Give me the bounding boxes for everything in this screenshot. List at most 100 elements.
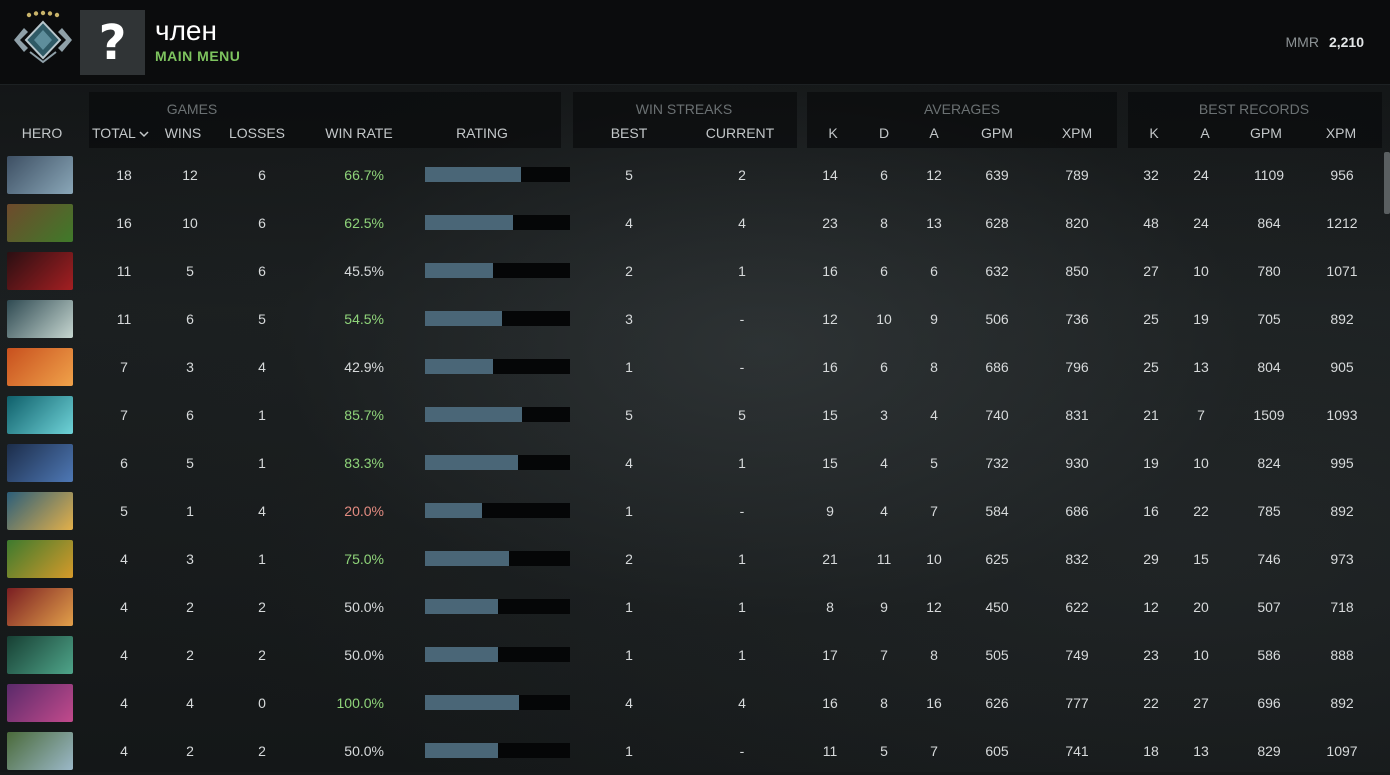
total-cell: 4 [120,647,128,663]
best-assists-cell: 24 [1193,215,1209,231]
best-xpm-cell: 1097 [1326,743,1358,759]
best-kills-cell: 29 [1143,551,1159,567]
col-avg-deaths[interactable]: D [866,125,902,141]
rating-bar [425,215,570,230]
table-row[interactable]: 6 5 1 4 1 15 4 5 732 930 19 10 824 995 83.3% [0,439,1390,487]
best-xpm-cell: 995 [1330,455,1354,471]
avg-kills-cell: 12 [822,311,838,327]
hero-portrait-icon[interactable] [7,732,73,770]
losses-cell: 1 [258,551,266,567]
col-win-rate[interactable]: WIN RATE [314,125,404,141]
col-best-assists[interactable]: A [1187,125,1223,141]
losses-cell: 6 [258,263,266,279]
table-row[interactable]: 4 4 0 4 4 16 8 16 626 777 22 27 696 892 100.0% [0,679,1390,727]
current-streak-cell: 1 [738,551,746,567]
best-streak-cell: 2 [625,551,633,567]
best-kills-cell: 23 [1143,647,1159,663]
hero-portrait-icon[interactable] [7,540,73,578]
best-gpm-cell: 829 [1257,743,1281,759]
best-streak-cell: 4 [625,455,633,471]
avg-deaths-cell: 8 [880,215,888,231]
col-total[interactable]: TOTAL [92,125,158,141]
col-avg-kills[interactable]: K [815,125,851,141]
best-kills-cell: 48 [1143,215,1159,231]
avg-deaths-cell: 6 [880,359,888,375]
win-rate-cell: 75.0% [344,551,384,567]
hero-portrait-icon[interactable] [7,300,73,338]
losses-cell: 2 [258,599,266,615]
hero-portrait-icon[interactable] [7,588,73,626]
current-streak-cell: - [739,359,745,375]
total-cell: 16 [116,215,132,231]
col-avg-xpm[interactable]: XPM [1052,125,1102,141]
best-xpm-cell: 892 [1330,503,1354,519]
table-row[interactable]: 4 3 1 2 1 21 11 10 625 832 29 15 746 973 75.0% [0,535,1390,583]
table-row[interactable]: 4 2 2 1 1 8 9 12 450 622 12 20 507 718 50.0% [0,583,1390,631]
col-best-kills[interactable]: K [1136,125,1172,141]
best-gpm-cell: 1509 [1253,407,1285,423]
avg-gpm-cell: 605 [985,743,1009,759]
hero-portrait-icon[interactable] [7,684,73,722]
col-best-gpm[interactable]: GPM [1241,125,1291,141]
best-assists-cell: 7 [1197,407,1205,423]
col-avg-assists[interactable]: A [916,125,952,141]
rating-bar-fill [425,743,498,758]
avg-kills-cell: 9 [826,503,834,519]
rating-bar-fill [425,503,482,518]
hero-portrait-icon[interactable] [7,636,73,674]
table-row[interactable]: 11 6 5 3 - 12 10 9 506 736 25 19 705 892 54.5% [0,295,1390,343]
hero-portrait-icon[interactable] [7,348,73,386]
col-current-streak[interactable]: CURRENT [700,125,780,141]
best-streak-cell: 3 [625,311,633,327]
losses-cell: 2 [258,743,266,759]
table-row[interactable]: 11 5 6 2 1 16 6 6 632 850 27 10 780 1071 45.5% [0,247,1390,295]
col-avg-gpm[interactable]: GPM [972,125,1022,141]
losses-cell: 1 [258,407,266,423]
hero-portrait-icon[interactable] [7,396,73,434]
col-best-xpm[interactable]: XPM [1316,125,1366,141]
wins-cell: 2 [186,647,194,663]
table-row[interactable]: 5 1 4 1 - 9 4 7 584 686 16 22 785 892 20.0% [0,487,1390,535]
best-kills-cell: 22 [1143,695,1159,711]
win-rate-cell: 50.0% [344,743,384,759]
rating-bar [425,311,570,326]
avatar[interactable]: ? [80,10,145,75]
hero-portrait-icon[interactable] [7,492,73,530]
total-cell: 4 [120,599,128,615]
avg-xpm-cell: 820 [1065,215,1089,231]
col-best-streak[interactable]: BEST [599,125,659,141]
col-losses[interactable]: LOSSES [226,125,288,141]
scrollbar[interactable] [1384,152,1390,214]
hero-portrait-icon[interactable] [7,252,73,290]
total-cell: 7 [120,359,128,375]
avg-gpm-cell: 686 [985,359,1009,375]
best-kills-cell: 25 [1143,311,1159,327]
avg-xpm-cell: 930 [1065,455,1089,471]
main-menu-link[interactable]: MAIN MENU [155,48,240,64]
best-xpm-cell: 956 [1330,167,1354,183]
table-row[interactable]: 7 3 4 1-16 6 8 686 796 25 13 804 905 42.9% [0,343,1390,391]
best-assists-cell: 10 [1193,647,1209,663]
hero-portrait-icon[interactable] [7,204,73,242]
col-wins[interactable]: WINS [158,125,208,141]
col-hero[interactable]: HERO [10,125,74,141]
best-assists-cell: 10 [1193,263,1209,279]
table-row[interactable]: 4 2 2 1 1 17 7 8 505 749 23 10 586 888 50.0% [0,631,1390,679]
table-row[interactable]: 16 10 6 4 4 23 8 13 628 820 48 24 864 1212 62.5% [0,199,1390,247]
avg-assists-cell: 12 [926,599,942,615]
table-row[interactable]: 18 12 6 5 2 14 6 12 639 789 32 24 1109 956 66.7% [0,151,1390,199]
best-xpm-cell: 1093 [1326,407,1358,423]
avg-xpm-cell: 831 [1065,407,1089,423]
table-row[interactable]: 4 2 2 1 - 11 5 7 605 741 18 13 829 1097 50.0% [0,727,1390,775]
avg-xpm-cell: 789 [1065,167,1089,183]
avg-kills-cell: 16 [822,695,838,711]
win-rate-cell: 20.0% [344,503,384,519]
hero-portrait-icon[interactable] [7,444,73,482]
avg-xpm-cell: 686 [1065,503,1089,519]
hero-portrait-icon[interactable] [7,156,73,194]
current-streak-cell: 1 [738,455,746,471]
col-rating[interactable]: RATING [442,125,522,141]
wins-cell: 2 [186,599,194,615]
table-row[interactable]: 7 6 1 5 5 15 3 4 740 831 21 7 1509 1093 85.7% [0,391,1390,439]
win-rate-cell: 45.5% [344,263,384,279]
